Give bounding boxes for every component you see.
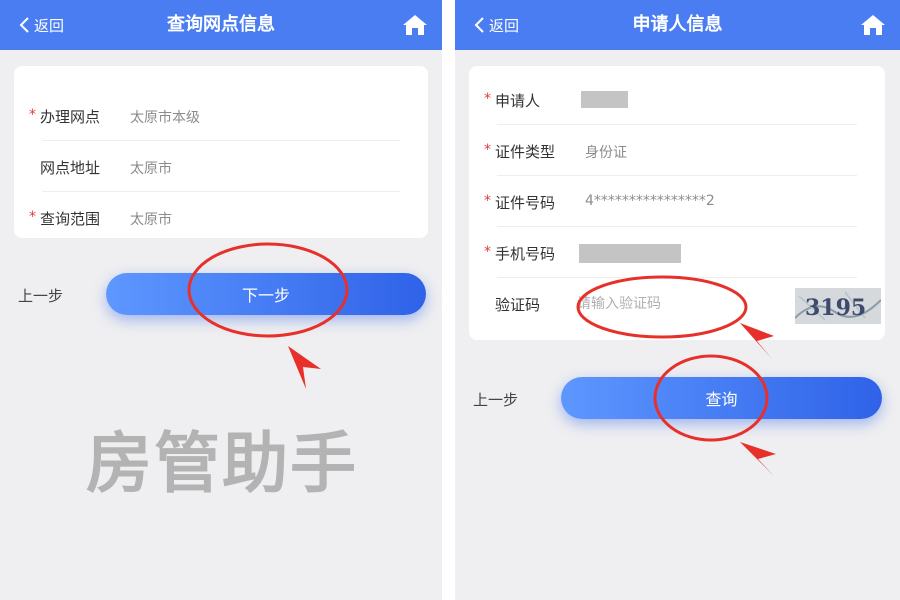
next-step-button[interactable]: 下一步 [106,273,426,315]
home-icon[interactable] [860,13,886,37]
back-label: 返回 [34,16,65,35]
form-row-phone[interactable]: * 手机号码 [469,227,885,278]
field-label: 申请人 [495,92,541,110]
left-panel: 返回 查询网点信息 * 办理网点 太原市本级 网点地址 太原市 * 查询范围 太… [0,0,442,600]
left-header: 返回 查询网点信息 [0,0,442,50]
required-star: * [484,91,491,107]
field-label: 证件号码 [495,194,556,212]
field-value: 太原市 [130,161,172,177]
query-button[interactable]: 查询 [561,377,882,419]
field-value: 4****************2 [585,193,715,209]
field-label: 查询范围 [40,210,101,228]
masked-name [581,91,628,108]
form-row-id-number[interactable]: * 证件号码 4****************2 [469,176,885,227]
form-row-range[interactable]: * 查询范围 太原市 [14,192,428,243]
field-label: 手机号码 [495,245,556,263]
captcha-text: 3195 [805,295,866,321]
back-chevron-icon [474,17,484,33]
back-chevron-icon [19,17,29,33]
field-value: 太原市本级 [130,110,200,126]
field-value: 身份证 [585,145,627,161]
field-label: 证件类型 [495,143,556,161]
applicant-info-card: * 申请人 * 证件类型 身份证 * 证件号码 4***************… [469,66,885,340]
page-title: 申请人信息 [632,14,723,35]
field-label: 网点地址 [40,159,101,177]
form-row-address[interactable]: 网点地址 太原市 [14,141,428,192]
required-star: * [484,142,491,158]
captcha-image[interactable]: 3195 [795,288,881,324]
form-row-outlet[interactable]: * 办理网点 太原市本级 [14,90,428,141]
prev-step-button[interactable]: 上一步 [473,389,518,410]
required-star: * [484,244,491,260]
required-star: * [29,107,36,123]
form-row-applicant[interactable]: * 申请人 [469,74,885,125]
page-title: 查询网点信息 [167,14,275,35]
form-row-id-type[interactable]: * 证件类型 身份证 [469,125,885,176]
captcha-input[interactable] [577,290,757,318]
required-star: * [29,209,36,225]
watermark-text: 房管助手 [86,425,358,502]
right-header: 返回 申请人信息 [455,0,900,50]
back-label: 返回 [489,16,520,35]
field-label: 验证码 [495,296,541,314]
prev-step-button[interactable]: 上一步 [18,285,63,306]
left-back-button[interactable]: 返回 [18,13,64,37]
required-star: * [484,193,491,209]
right-back-button[interactable]: 返回 [473,13,519,37]
masked-phone [579,244,681,263]
home-icon[interactable] [402,13,428,37]
outlet-info-card: * 办理网点 太原市本级 网点地址 太原市 * 查询范围 太原市 [14,66,428,238]
right-panel: 返回 申请人信息 * 申请人 * 证件类型 身份证 * 证件号码 4******… [455,0,900,600]
field-label: 办理网点 [40,108,101,126]
field-value: 太原市 [130,212,172,228]
